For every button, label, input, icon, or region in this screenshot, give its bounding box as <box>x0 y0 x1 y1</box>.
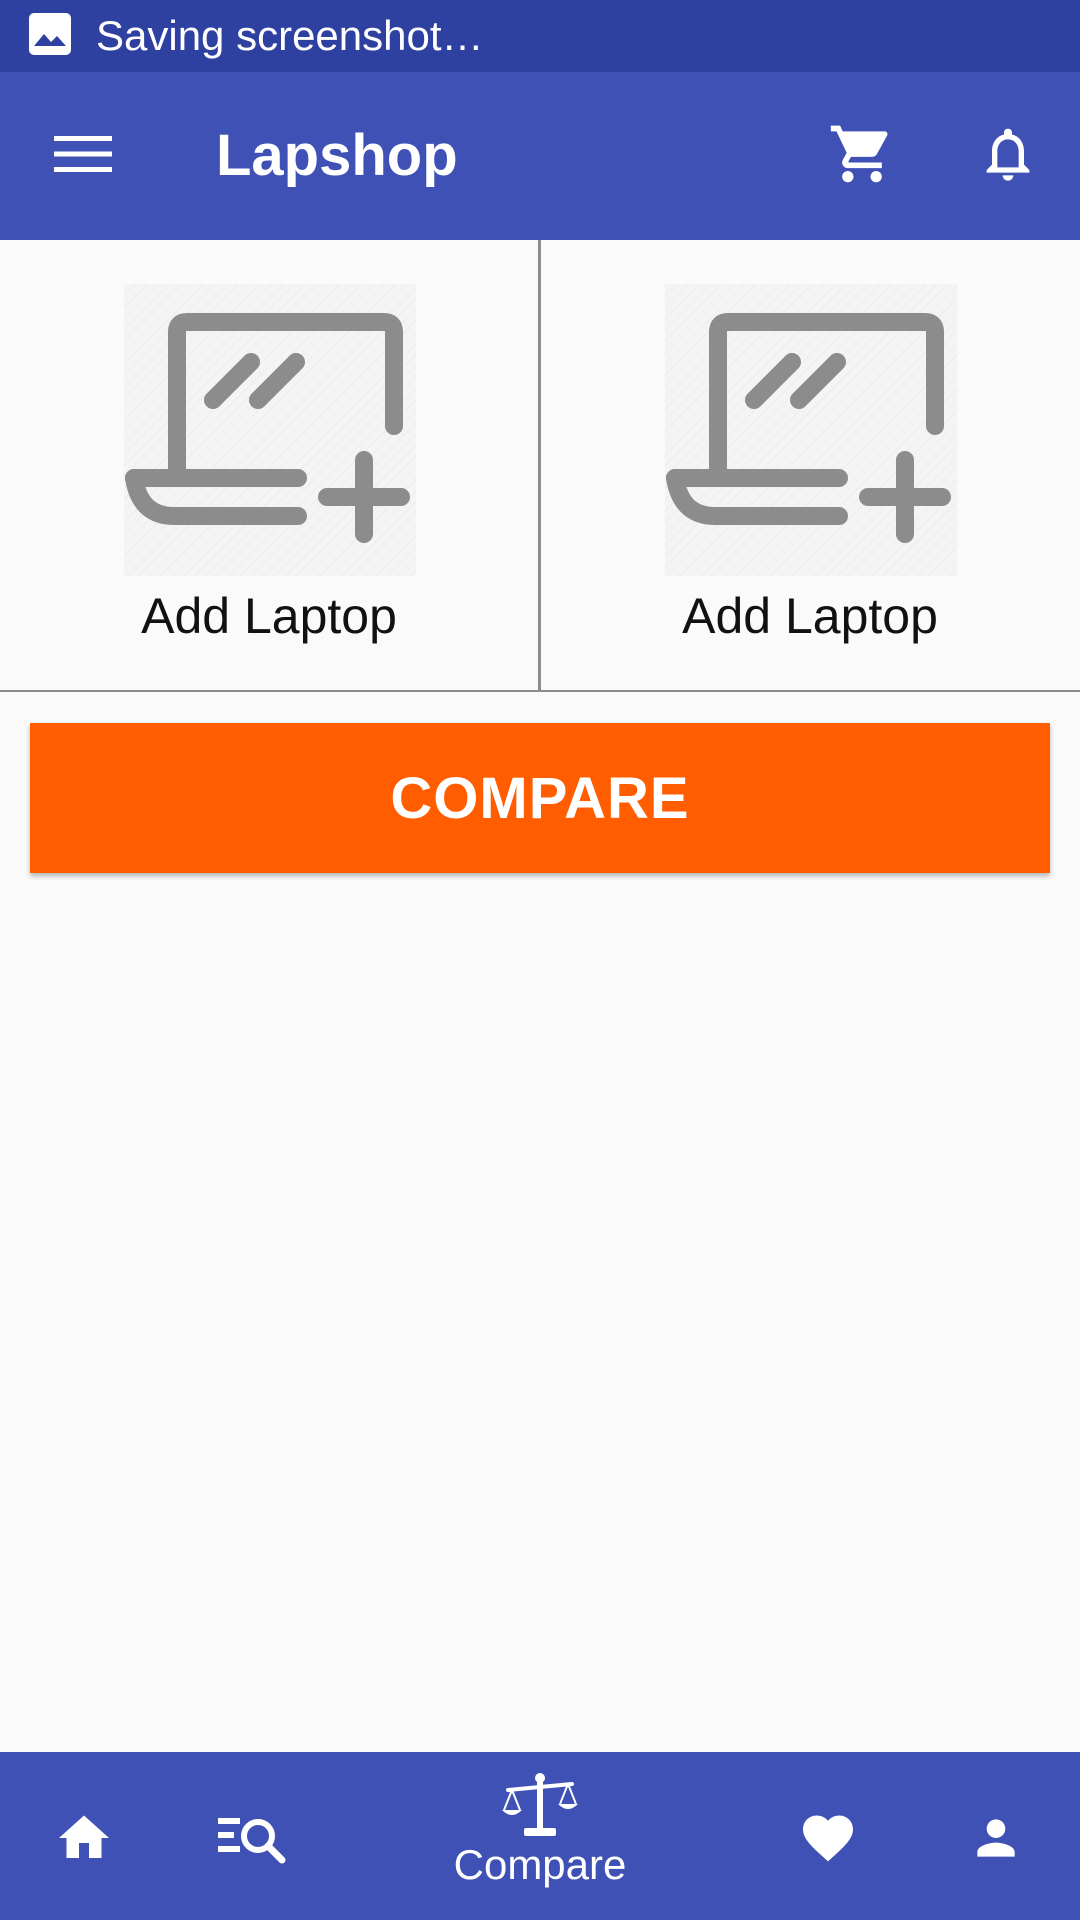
compare-button[interactable]: COMPARE <box>30 723 1050 873</box>
person-icon[interactable] <box>968 1808 1024 1868</box>
screen: Saving screenshot… Lapshop Add Laptop Ad… <box>0 0 1080 1920</box>
status-text: Saving screenshot… <box>96 12 484 59</box>
add-laptop-label: Add Laptop <box>141 588 397 644</box>
image-icon <box>29 13 71 55</box>
app-title: Lapshop <box>216 123 458 188</box>
compare-slot-1[interactable]: Add Laptop <box>0 240 538 690</box>
compare-slot-2[interactable]: Add Laptop <box>541 240 1079 690</box>
home-icon[interactable] <box>52 1808 116 1868</box>
status-bar: Saving screenshot… <box>0 0 1080 72</box>
heart-icon[interactable] <box>796 1808 860 1868</box>
add-laptop-label: Add Laptop <box>682 588 938 644</box>
nav-compare-label: Compare <box>453 1841 627 1888</box>
nav-compare[interactable]: Compare <box>420 1772 660 1912</box>
bottom-navigation: Compare <box>0 1752 1080 1920</box>
balance-scale-icon <box>502 1773 578 1836</box>
bell-icon[interactable] <box>976 120 1040 188</box>
app-bar: Lapshop <box>0 72 1080 240</box>
compare-slots: Add Laptop Add Laptop <box>0 240 1080 692</box>
add-laptop-icon <box>665 284 957 576</box>
hamburger-menu-icon[interactable] <box>54 130 112 178</box>
search-list-icon[interactable] <box>216 1808 288 1868</box>
add-laptop-icon <box>124 284 416 576</box>
shopping-cart-icon[interactable] <box>828 120 896 188</box>
